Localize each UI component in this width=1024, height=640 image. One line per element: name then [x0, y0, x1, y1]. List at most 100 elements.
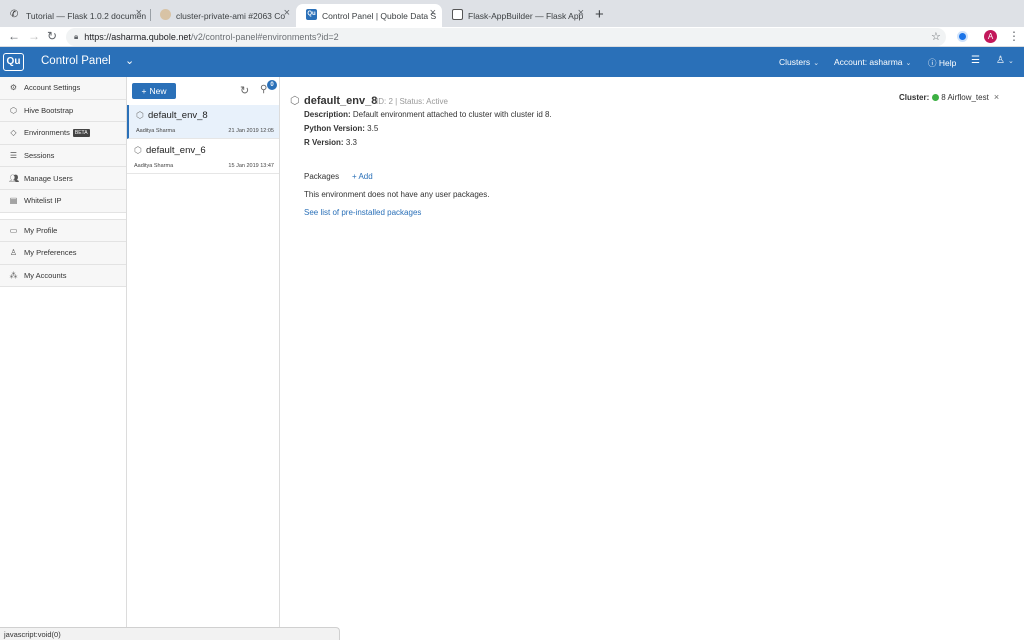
sidebar-item-manage-users[interactable]: 👥︎ Manage Users — [0, 167, 126, 190]
sidebar-item-label: Hive Bootstrap — [24, 105, 74, 115]
sidebar-item-my-profile[interactable]: ▭ My Profile — [0, 219, 126, 243]
environment-author: Aaditya Sharma — [134, 163, 174, 169]
close-icon[interactable]: × — [430, 7, 436, 19]
python-version-value: 3.5 — [367, 124, 379, 133]
qubole-icon: Qu — [306, 9, 317, 20]
forward-icon[interactable]: → — [28, 29, 40, 43]
sidebar-item-my-preferences[interactable]: ♙ My Preferences — [0, 242, 126, 265]
list-item[interactable]: ⬡ default_env_8 Aaditya Sharma 21 Jan 20… — [127, 105, 279, 139]
browser-menu-icon[interactable]: ⋮ — [1008, 29, 1020, 43]
qubole-logo[interactable]: Qu — [3, 53, 24, 71]
python-version-row: Python Version: 3.5 — [304, 124, 378, 133]
browser-tab[interactable]: cluster-private-ami #2063 Co × — [150, 4, 296, 27]
new-tab-icon[interactable]: + — [595, 6, 604, 23]
cluster-status-dot — [932, 94, 940, 101]
users-icon: 👥︎ — [9, 173, 20, 183]
hive-icon: ⬡ — [10, 105, 17, 115]
detach-cluster-icon[interactable]: × — [994, 92, 999, 102]
browser-status-bar: javascript:void(0) — [0, 627, 340, 640]
extension-icon[interactable] — [957, 31, 968, 42]
list-icon: ☰ — [9, 151, 18, 161]
beta-badge: BETA — [72, 128, 90, 137]
sidebar-item-hive-bootstrap[interactable]: ⬡ Hive Bootstrap — [0, 99, 126, 123]
environment-date: 21 Jan 2019 12:05 — [228, 128, 274, 134]
add-package-link[interactable]: + Add — [352, 172, 373, 181]
caret-down-icon: ⌄ — [813, 60, 820, 67]
profile-avatar[interactable]: A — [984, 30, 997, 43]
sidebar-item-label: Whitelist IP — [24, 196, 62, 206]
sidebar-item-label: My Profile — [24, 225, 58, 235]
environment-list: + New ↻ ⚲ 0 ⬡ default_env_8 Aaditya Sharm… — [127, 77, 280, 640]
url-path: /v2/control-panel#environments?id=2 — [190, 32, 339, 42]
cube-icon: ⬡ — [290, 95, 300, 107]
no-packages-text: This environment does not have any user … — [304, 190, 490, 199]
environment-meta: ID: 2 | Status: Active — [376, 97, 448, 106]
browser-tab[interactable]: ✆ Tutorial — Flask 1.0.2 documen × — [0, 4, 148, 27]
id-card-icon: ▭ — [9, 225, 18, 235]
python-version-label: Python Version: — [304, 124, 365, 133]
url-host: https://asharma.qubole.net — [84, 32, 191, 42]
account-menu[interactable]: Account: asharma ⌄ — [834, 57, 911, 67]
chevron-down-icon[interactable]: ⌄ — [125, 54, 134, 67]
close-icon[interactable]: × — [136, 7, 142, 19]
refresh-icon[interactable]: ↻ — [240, 84, 249, 97]
environment-detail: ⬡ default_env_8 ID: 2 | Status: Active D… — [281, 77, 1024, 640]
cube-icon: ⬡ — [134, 145, 142, 155]
address-bar: ← → ↻ 🔒︎ https://asharma.qubole.net/v2/c… — [0, 27, 1024, 47]
bookmark-star-icon[interactable]: ☆ — [931, 30, 941, 43]
sidebar-item-account-settings[interactable]: ⚙ Account Settings — [0, 77, 126, 100]
back-icon[interactable]: ← — [8, 29, 20, 43]
attached-cluster: Cluster: 8 Airflow_test × — [899, 92, 999, 102]
browser-tab-bar: ✆ Tutorial — Flask 1.0.2 documen × clust… — [0, 0, 1024, 27]
sidebar-item-whitelist-ip[interactable]: ▤ Whitelist IP — [0, 189, 126, 213]
sitemap-icon: ⁂ — [9, 271, 18, 281]
tab-title: Control Panel | Qubole Data S — [322, 10, 437, 21]
close-icon[interactable]: × — [284, 7, 290, 19]
environment-status: Status: Active — [399, 97, 448, 106]
environment-id: ID: 2 — [376, 97, 393, 106]
reload-icon[interactable]: ↻ — [47, 29, 57, 43]
environment-name: default_env_8 — [148, 110, 208, 121]
new-button-label: New — [149, 86, 167, 96]
sidebar-item-label: My Preferences — [24, 248, 77, 258]
user-icon[interactable]: ♙ ⌄ — [996, 55, 1014, 66]
tab-title: Flask-AppBuilder — Flask App — [468, 10, 584, 21]
environment-name: default_env_6 — [146, 145, 206, 156]
lock-icon: 🔒︎ — [74, 32, 79, 41]
sidebar: ⚙ Account Settings ⬡ Hive Bootstrap ◇ Envir… — [0, 77, 127, 640]
notes-icon[interactable]: ☰ — [971, 55, 980, 66]
sidebar-item-label: Sessions — [24, 151, 55, 161]
sidebar-item-label: Manage Users — [24, 173, 73, 183]
user-cog-icon: ♙ — [9, 248, 18, 258]
clusters-menu[interactable]: Clusters ⌄ — [779, 57, 819, 67]
close-icon[interactable]: × — [578, 7, 584, 19]
sidebar-item-sessions[interactable]: ☰ Sessions — [0, 144, 126, 168]
server-icon: ▤ — [9, 196, 18, 206]
phone-icon: ✆ — [10, 9, 19, 20]
cluster-value: 8 Airflow_test — [941, 93, 989, 102]
r-version-label: R Version: — [304, 138, 344, 147]
environment-author: Aaditya Sharma — [136, 128, 176, 134]
filter-count-badge: 0 — [267, 80, 277, 90]
url-field[interactable]: 🔒︎ https://asharma.qubole.net/v2/control… — [66, 28, 946, 46]
sidebar-item-label: Environments — [24, 128, 70, 138]
browser-tab[interactable]: Flask-AppBuilder — Flask App × — [442, 4, 590, 27]
tab-title: Tutorial — Flask 1.0.2 documen — [26, 10, 147, 21]
environment-date: 15 Jan 2019 13:47 — [228, 163, 274, 169]
jenkins-icon — [160, 9, 171, 20]
r-version-value: 3.3 — [345, 138, 357, 147]
description-label: Description: — [304, 110, 351, 119]
sidebar-item-my-accounts[interactable]: ⁂ My Accounts — [0, 264, 126, 288]
new-environment-button[interactable]: + New — [132, 83, 176, 99]
list-item[interactable]: ⬡ default_env_6 Aaditya Sharma 15 Jan 20… — [127, 140, 279, 174]
preinstalled-packages-link[interactable]: See list of pre-installed packages — [304, 208, 421, 217]
document-icon — [452, 9, 463, 20]
cube-icon: ⬡ — [136, 110, 144, 120]
sidebar-item-label: Account Settings — [24, 83, 81, 93]
help-link[interactable]: ⓘ Help — [928, 57, 956, 69]
browser-tab-active[interactable]: Qu Control Panel | Qubole Data S × — [296, 4, 442, 27]
caret-down-icon: ⌄ — [905, 60, 912, 67]
app-title: Control Panel — [41, 55, 111, 67]
description-row: Description: Default environment attache… — [304, 110, 552, 119]
sidebar-item-environments[interactable]: ◇ Environments BETA — [0, 122, 126, 145]
